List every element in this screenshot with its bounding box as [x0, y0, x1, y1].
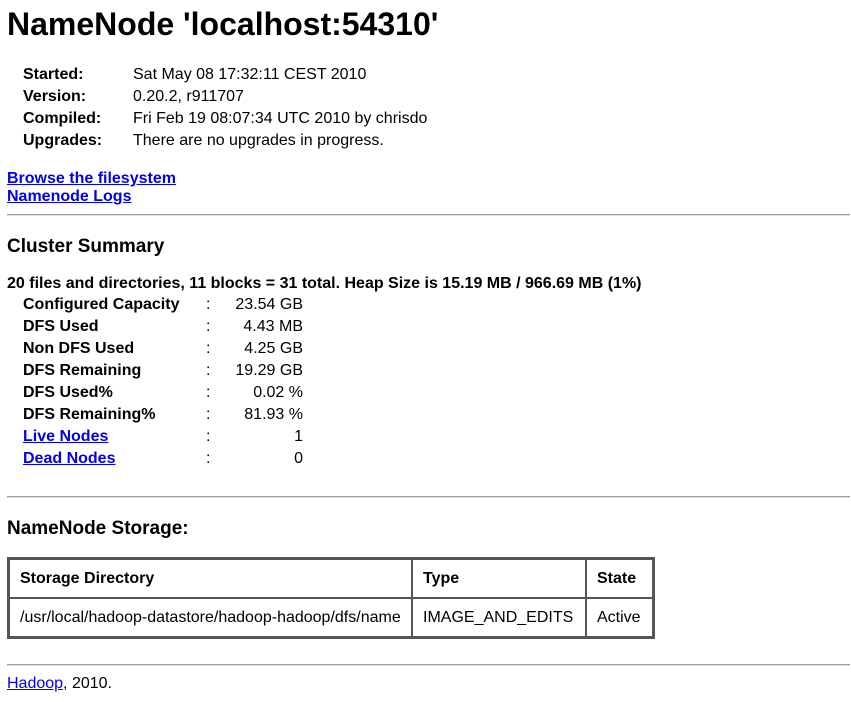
- stat-value: 0.02 %: [253, 384, 303, 401]
- stat-separator: :: [206, 406, 211, 423]
- dead-nodes-link[interactable]: Dead Nodes: [23, 448, 206, 470]
- stat-value: 81.93 %: [244, 406, 303, 423]
- stat-key: DFS Used%: [23, 384, 113, 401]
- stat-row-dfs-used: DFS Used : 4.43 MB: [23, 316, 303, 338]
- stat-key: DFS Used: [23, 318, 99, 335]
- info-value: Sat May 08 17:32:11 CEST 2010: [133, 66, 367, 83]
- page-title: NameNode 'localhost:54310': [7, 6, 439, 42]
- info-value: 0.20.2, r911707: [133, 88, 244, 105]
- cluster-stats: Configured Capacity : 23.54 GB DFS Used …: [23, 294, 303, 470]
- stat-value: 4.25 GB: [244, 340, 303, 357]
- stat-separator: :: [206, 296, 211, 313]
- stat-separator: :: [206, 318, 211, 335]
- stat-row-non-dfs-used: Non DFS Used : 4.25 GB: [23, 338, 303, 360]
- stat-value: 4.43 MB: [243, 318, 303, 335]
- namenode-storage-heading: NameNode Storage:: [7, 518, 189, 539]
- divider: [7, 496, 850, 498]
- info-label: Upgrades:: [23, 132, 103, 149]
- stat-row-dfs-remaining-percent: DFS Remaining% : 81.93 %: [23, 404, 303, 426]
- cluster-summary-heading: Cluster Summary: [7, 236, 165, 257]
- stat-value: 23.54 GB: [235, 296, 303, 313]
- column-header-storage-directory: Storage Directory: [9, 559, 412, 598]
- info-row-version: Version: 0.20.2, r911707: [23, 86, 427, 108]
- info-label: Started:: [23, 66, 84, 83]
- stat-key: DFS Remaining%: [23, 406, 156, 423]
- stat-separator: :: [206, 384, 211, 401]
- info-row-upgrades: Upgrades: There are no upgrades in progr…: [23, 130, 427, 152]
- storage-directory-cell: /usr/local/hadoop-datastore/hadoop-hadoo…: [9, 598, 412, 637]
- stat-key: DFS Remaining: [23, 362, 142, 379]
- stat-value: 0: [294, 450, 303, 467]
- divider: [7, 664, 850, 666]
- stat-value: 19.29 GB: [235, 362, 303, 379]
- stat-separator: :: [206, 340, 211, 357]
- footer-text: , 2010.: [63, 675, 112, 692]
- stat-row-dfs-remaining: DFS Remaining : 19.29 GB: [23, 360, 303, 382]
- info-value: Fri Feb 19 08:07:34 UTC 2010 by chrisdo: [133, 110, 428, 127]
- stat-separator: :: [206, 428, 211, 445]
- column-header-state: State: [586, 559, 653, 598]
- nav-links: Browse the filesystem Namenode Logs: [7, 170, 176, 206]
- hadoop-link[interactable]: Hadoop: [7, 675, 63, 692]
- stat-row-configured-capacity: Configured Capacity : 23.54 GB: [23, 294, 303, 316]
- storage-type-cell: IMAGE_AND_EDITS: [412, 598, 586, 637]
- namenode-logs-link[interactable]: Namenode Logs: [7, 188, 176, 206]
- info-label: Version:: [23, 88, 87, 105]
- namenode-status-page: NameNode 'localhost:54310' Started: Sat …: [0, 0, 851, 702]
- stat-row-dead-nodes: Dead Nodes : 0: [23, 448, 303, 470]
- info-value: There are no upgrades in progress.: [133, 132, 384, 149]
- stat-value: 1: [294, 428, 303, 445]
- info-row-compiled: Compiled: Fri Feb 19 08:07:34 UTC 2010 b…: [23, 108, 427, 130]
- stat-row-live-nodes: Live Nodes : 1: [23, 426, 303, 448]
- table-header-row: Storage Directory Type State: [9, 559, 653, 598]
- stat-separator: :: [206, 450, 211, 467]
- footer: Hadoop, 2010.: [7, 674, 112, 694]
- info-row-started: Started: Sat May 08 17:32:11 CEST 2010: [23, 64, 427, 86]
- cluster-summary-line: 20 files and directories, 11 blocks = 31…: [7, 275, 642, 292]
- live-nodes-link[interactable]: Live Nodes: [23, 426, 206, 448]
- stat-separator: :: [206, 362, 211, 379]
- namenode-info: Started: Sat May 08 17:32:11 CEST 2010 V…: [23, 64, 427, 152]
- stat-row-dfs-used-percent: DFS Used% : 0.02 %: [23, 382, 303, 404]
- stat-key: Non DFS Used: [23, 340, 135, 357]
- column-header-type: Type: [412, 559, 586, 598]
- stat-key: Configured Capacity: [23, 296, 180, 313]
- table-row: /usr/local/hadoop-datastore/hadoop-hadoo…: [9, 598, 653, 637]
- browse-filesystem-link[interactable]: Browse the filesystem: [7, 170, 176, 188]
- storage-state-cell: Active: [586, 598, 653, 637]
- divider: [7, 214, 850, 216]
- storage-table: Storage Directory Type State /usr/local/…: [7, 557, 655, 639]
- info-label: Compiled:: [23, 110, 102, 127]
